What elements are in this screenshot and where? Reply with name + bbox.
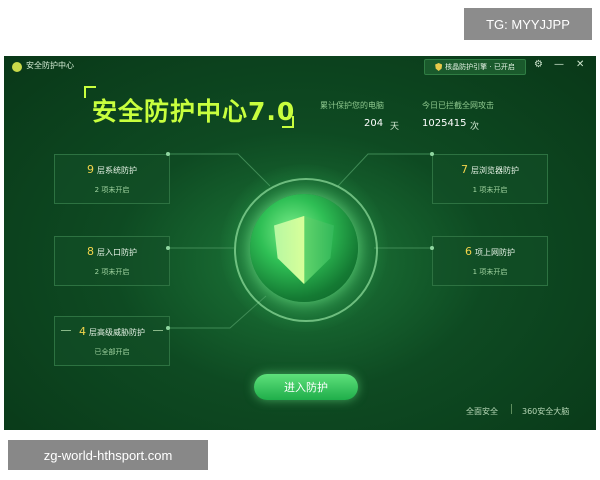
- watermark-tag: TG: MYYJJPP: [464, 8, 592, 40]
- source-caption: zg-world-hthsport.com: [8, 440, 208, 470]
- connector-dot: [166, 152, 170, 156]
- connector-dot: [166, 326, 170, 330]
- app-window: 安全防护中心 核晶防护引擎 · 已开启 ⚙ — ✕ 安全防护中心7.0 累计保护…: [4, 56, 596, 430]
- footer-divider: [511, 404, 512, 414]
- footer-brain-link[interactable]: 360安全大脑: [522, 406, 569, 417]
- footer-full-security-link[interactable]: 全面安全: [466, 406, 498, 417]
- connector-dot: [430, 152, 434, 156]
- connector-dot: [166, 246, 170, 250]
- connector-dot: [430, 246, 434, 250]
- enter-protection-button[interactable]: 进入防护: [254, 374, 358, 400]
